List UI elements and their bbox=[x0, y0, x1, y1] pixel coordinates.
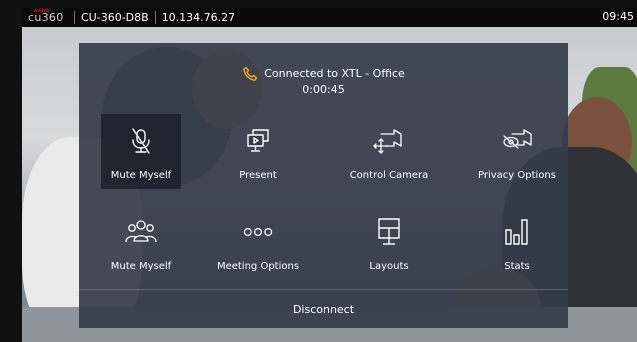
layouts-label: Layouts bbox=[369, 261, 409, 272]
meeting-options-button[interactable]: Meeting Options bbox=[216, 205, 300, 280]
mic-off-icon bbox=[124, 124, 158, 158]
cu360-logo: AVAYA cu360 bbox=[28, 8, 68, 27]
more-icon bbox=[241, 215, 275, 249]
present-label: Present bbox=[239, 170, 277, 181]
camera-off-icon bbox=[500, 124, 534, 158]
disconnect-label: Disconnect bbox=[292, 302, 355, 316]
group-icon bbox=[124, 215, 158, 249]
stats-label: Stats bbox=[504, 261, 530, 272]
layouts-icon bbox=[372, 215, 406, 249]
control-camera-label: Control Camera bbox=[349, 170, 429, 181]
separator bbox=[154, 11, 156, 24]
control-camera-button[interactable]: Control Camera bbox=[349, 114, 429, 189]
control-camera-icon bbox=[372, 124, 406, 158]
separator bbox=[74, 11, 75, 24]
privacy-options-label: Privacy Options bbox=[478, 170, 556, 181]
layouts-button[interactable]: Layouts bbox=[349, 205, 429, 280]
privacy-options-button[interactable]: Privacy Options bbox=[477, 114, 557, 189]
phone-icon bbox=[242, 66, 258, 82]
stats-icon bbox=[500, 215, 534, 249]
call-duration: 0:00:45 bbox=[302, 83, 345, 96]
stats-button[interactable]: Stats bbox=[477, 205, 557, 280]
top-bar: AVAYA cu360 CU-360-D8B 10.134.76.27 09:4… bbox=[22, 8, 637, 27]
call-status-text: Connected to XTL - Office bbox=[264, 67, 405, 80]
call-status: Connected to XTL - Office 0:00:45 bbox=[79, 66, 568, 98]
ip-address: 10.134.76.27 bbox=[161, 11, 236, 24]
meeting-options-label: Meeting Options bbox=[216, 261, 300, 272]
logo-text: cu360 bbox=[28, 11, 64, 24]
mute-myself-participants-button[interactable]: Mute Myself bbox=[101, 205, 181, 280]
present-icon bbox=[241, 124, 275, 158]
disconnect-button[interactable]: Disconnect bbox=[79, 290, 568, 328]
call-control-panel: Connected to XTL - Office 0:00:45 Mute M… bbox=[79, 43, 568, 328]
clock: 09:45 bbox=[602, 10, 634, 23]
present-button[interactable]: Present bbox=[218, 114, 298, 189]
mute-myself-label: Mute Myself bbox=[110, 170, 172, 181]
device-name: CU-360-D8B bbox=[81, 11, 149, 24]
mute-myself-button[interactable]: Mute Myself bbox=[101, 114, 181, 189]
mute-myself-label-2: Mute Myself bbox=[110, 261, 172, 272]
